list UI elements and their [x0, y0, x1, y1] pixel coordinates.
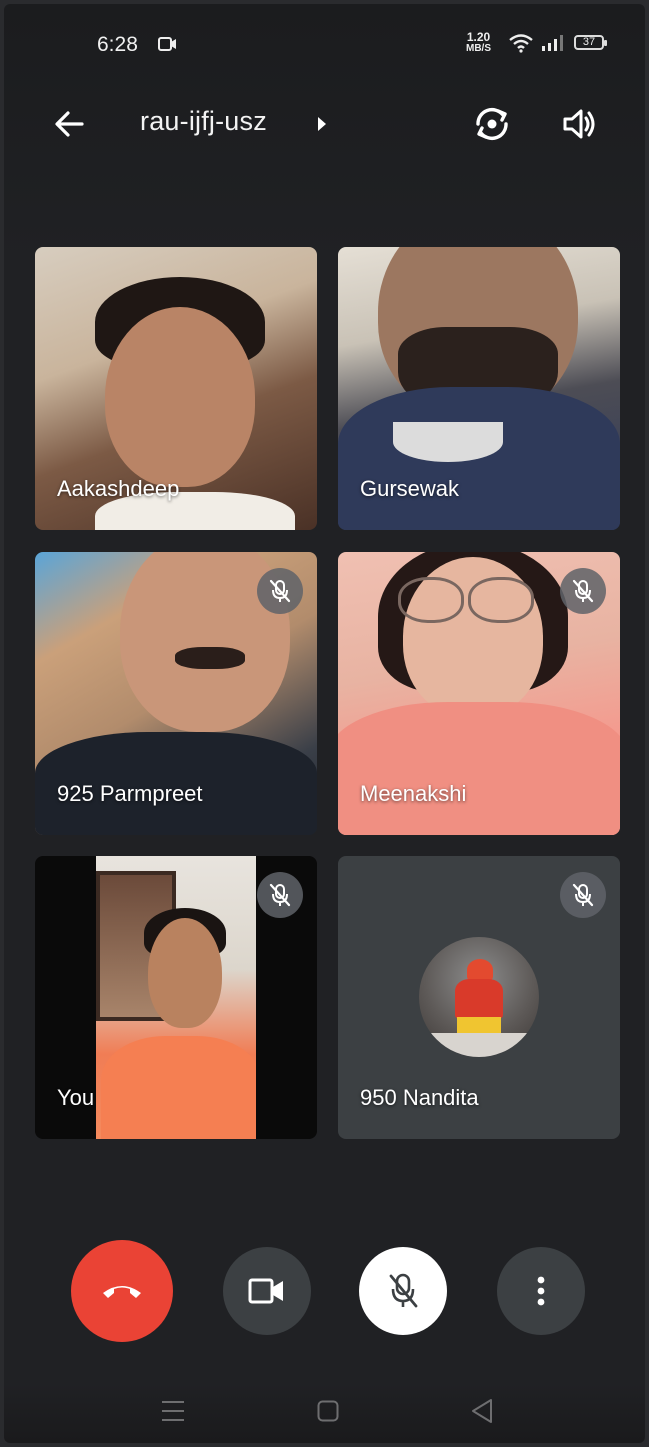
end-call-button[interactable]	[71, 1240, 173, 1342]
self-video	[96, 856, 256, 1139]
network-speed: 1.20 MB/S	[466, 30, 491, 54]
participant-name: 925 Parmpreet	[57, 781, 203, 806]
participant-tile[interactable]: 925 Parmpreet	[35, 552, 317, 835]
back-arrow-icon[interactable]	[50, 104, 90, 144]
screen-record-icon	[158, 37, 176, 51]
network-speed-value: 1.20	[466, 30, 491, 44]
participant-name: You	[57, 1085, 95, 1110]
videocam-icon	[248, 1278, 283, 1304]
mic-off-badge	[560, 872, 606, 918]
mic-off-icon	[572, 579, 594, 603]
participant-shirt	[338, 702, 620, 835]
participant-face	[105, 307, 255, 487]
avatar-figure-body	[455, 979, 503, 1019]
signal-icon	[542, 35, 563, 51]
status-time: 6:28	[97, 33, 138, 56]
mic-off-badge	[257, 568, 303, 614]
toggle-mic-button[interactable]	[359, 1247, 447, 1335]
participant-name: Gursewak	[360, 476, 460, 501]
more-vertical-icon	[537, 1276, 545, 1306]
participant-face	[148, 918, 222, 1028]
participant-name: Meenakshi	[360, 781, 467, 806]
participant-avatar	[419, 937, 539, 1057]
network-speed-unit: MB/S	[466, 43, 491, 54]
avatar-figure-base	[457, 1017, 501, 1033]
participant-shirt	[101, 1036, 256, 1139]
nav-home-icon[interactable]	[317, 1400, 339, 1422]
participant-glasses-left	[398, 577, 464, 623]
participant-tile[interactable]: Aakashdeep	[35, 247, 317, 530]
mic-off-badge	[560, 568, 606, 614]
nav-back-icon[interactable]	[470, 1398, 494, 1424]
toggle-video-button[interactable]	[223, 1247, 311, 1335]
battery-level: 37	[582, 36, 596, 48]
participant-collar	[393, 422, 503, 462]
speaker-icon[interactable]	[557, 102, 601, 146]
participant-tile[interactable]: Gursewak	[338, 247, 620, 530]
avatar-figure-head	[467, 959, 493, 981]
participant-moustache	[175, 647, 245, 669]
nav-menu-icon[interactable]	[161, 1400, 185, 1422]
mic-off-icon	[269, 883, 291, 907]
participant-tile[interactable]: Meenakshi	[338, 552, 620, 835]
mic-off-badge	[257, 872, 303, 918]
status-bar: 6:28 1.20 MB/S 37	[0, 0, 649, 90]
mic-off-icon	[389, 1273, 418, 1308]
avatar-floor	[419, 1033, 539, 1057]
participant-name: Aakashdeep	[57, 476, 180, 501]
participant-tile[interactable]: 950 Nandita	[338, 856, 620, 1139]
participant-glasses-right	[468, 577, 534, 623]
phone-hangup-icon	[103, 1286, 141, 1298]
more-options-button[interactable]	[497, 1247, 585, 1335]
mic-off-icon	[269, 579, 291, 603]
switch-camera-icon[interactable]	[470, 102, 514, 146]
mic-off-icon	[572, 883, 594, 907]
participant-name: 950 Nandita	[360, 1085, 479, 1110]
wifi-icon	[509, 34, 533, 53]
battery-icon: 37	[574, 35, 607, 50]
meeting-code[interactable]: rau-ijfj-usz	[140, 106, 267, 137]
caret-right-icon[interactable]	[316, 116, 328, 132]
self-view-tile[interactable]: You	[35, 856, 317, 1139]
